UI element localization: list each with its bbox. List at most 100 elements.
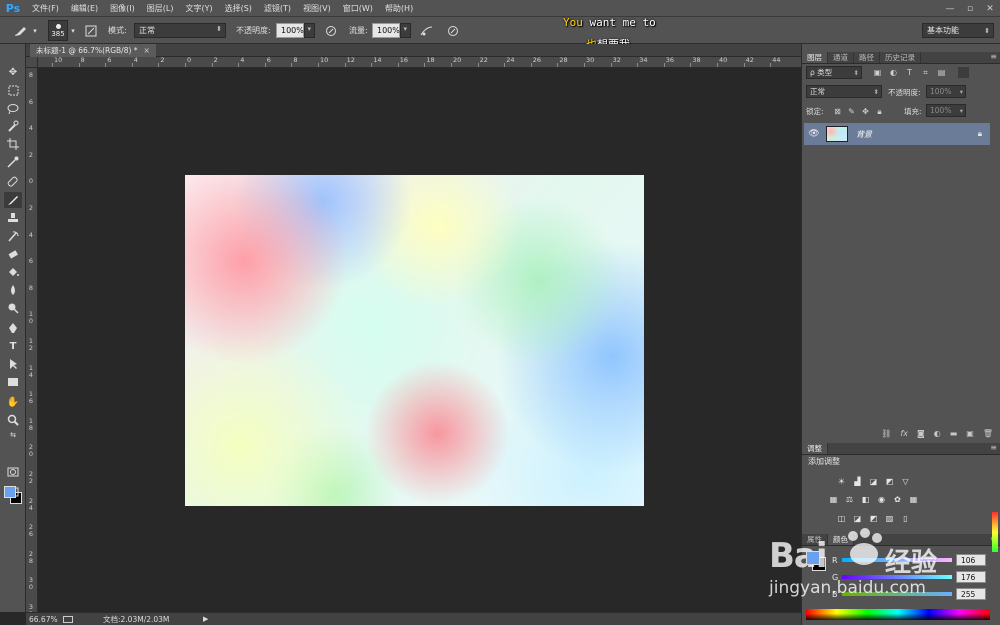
paint-bucket-icon[interactable]	[4, 264, 22, 280]
blue-slider[interactable]	[842, 592, 952, 596]
menu-view[interactable]: 视图(V)	[297, 3, 337, 14]
fill-input[interactable]: 100% ▾	[926, 104, 966, 117]
tab-history[interactable]: 历史记录	[880, 52, 921, 63]
type-icon[interactable]: T	[4, 338, 22, 354]
exposure-icon[interactable]: ◩	[884, 476, 895, 487]
gradient-map-icon[interactable]: ▨	[884, 513, 895, 524]
canvas-workspace[interactable]	[38, 68, 801, 612]
filter-pixel-icon[interactable]: ▣	[872, 67, 883, 78]
filter-toggle-icon[interactable]	[958, 67, 969, 78]
zoom-level[interactable]: 66.67%	[29, 615, 63, 624]
tab-properties[interactable]: 属性	[802, 534, 828, 545]
close-window-button[interactable]: ✕	[980, 0, 1000, 17]
menu-edit[interactable]: 编辑(E)	[65, 3, 104, 14]
link-layers-icon[interactable]: ⛓	[881, 429, 891, 438]
quick-select-icon[interactable]	[4, 118, 22, 134]
status-menu-arrow-icon[interactable]: ▶	[203, 615, 208, 623]
brightness-contrast-icon[interactable]: ☀	[836, 476, 847, 487]
menu-file[interactable]: 文件(F)	[26, 3, 65, 14]
history-brush-icon[interactable]	[4, 228, 22, 244]
selective-color-icon[interactable]: ▯	[900, 513, 911, 524]
delete-layer-icon[interactable]: 🗑︎	[983, 429, 993, 438]
filter-shape-icon[interactable]: ⌗	[920, 67, 931, 78]
mode-select[interactable]: 正常 ⬍	[134, 23, 226, 38]
new-layer-icon[interactable]: ▣	[966, 429, 974, 438]
color-balance-icon[interactable]: ⚖	[844, 494, 855, 505]
info-icon[interactable]	[63, 615, 77, 623]
tab-layers[interactable]: 图层	[802, 52, 828, 63]
brush-size-picker[interactable]: 385	[48, 20, 68, 41]
curves-icon[interactable]: ◪	[868, 476, 879, 487]
layer-name[interactable]: 背景	[856, 129, 872, 140]
lock-all-icon[interactable]: 🔒︎	[874, 106, 885, 117]
red-slider[interactable]	[842, 558, 952, 562]
clone-stamp-icon[interactable]	[4, 210, 22, 226]
menu-type[interactable]: 文字(Y)	[179, 3, 218, 14]
maximize-button[interactable]: ▫	[960, 0, 980, 17]
path-select-icon[interactable]	[4, 356, 22, 372]
filter-smart-object-icon[interactable]: ▤	[936, 67, 947, 78]
menu-filter[interactable]: 滤镜(T)	[258, 3, 297, 14]
lasso-icon[interactable]	[4, 100, 22, 116]
tab-adjustments[interactable]: 调整	[802, 443, 828, 454]
layer-filter-select[interactable]: ρ 类型 ⬍	[806, 66, 862, 79]
hue-saturation-icon[interactable]: ▦	[828, 494, 839, 505]
dodge-icon[interactable]	[4, 300, 22, 316]
green-value-input[interactable]: 176	[956, 571, 986, 583]
pen-icon[interactable]	[4, 320, 22, 336]
ruler-origin[interactable]	[26, 57, 38, 68]
visibility-eye-icon[interactable]: 👁︎	[804, 129, 824, 139]
workspace-select[interactable]: 基本功能 ⬍	[922, 23, 994, 38]
layer-row-background[interactable]: 👁︎ 背景 🔒︎	[804, 123, 990, 145]
posterize-icon[interactable]: ◪	[852, 513, 863, 524]
layer-style-icon[interactable]: fx	[900, 429, 908, 438]
pressure-opacity-icon[interactable]	[322, 22, 339, 39]
menu-window[interactable]: 窗口(W)	[337, 3, 379, 14]
color-panel-foreground-swatch[interactable]	[806, 551, 820, 565]
healing-brush-icon[interactable]	[4, 174, 22, 190]
channel-mixer-icon[interactable]: ✿	[892, 494, 903, 505]
green-slider[interactable]	[842, 575, 952, 579]
vibrance-icon[interactable]: ▽	[900, 476, 911, 487]
levels-icon[interactable]: ▟	[852, 476, 863, 487]
crop-icon[interactable]	[4, 136, 22, 152]
tab-color[interactable]: 颜色	[828, 534, 854, 545]
lock-transparent-icon[interactable]: ⊠	[832, 106, 843, 117]
brush-tool-preset-icon[interactable]	[12, 22, 29, 39]
airbrush-icon[interactable]	[418, 22, 435, 39]
brush-panel-toggle-icon[interactable]	[82, 22, 99, 39]
panel-menu-icon[interactable]: ≡	[990, 443, 997, 452]
minimize-button[interactable]: —	[940, 0, 960, 17]
layer-opacity-input[interactable]: 100% ▾	[926, 85, 966, 98]
brush-icon[interactable]	[4, 192, 22, 208]
eyedropper-icon[interactable]	[4, 154, 22, 170]
color-lookup-icon[interactable]: ▦	[908, 494, 919, 505]
pressure-size-icon[interactable]	[444, 22, 461, 39]
tab-paths[interactable]: 路径	[854, 52, 880, 63]
blend-mode-select[interactable]: 正常 ⬍	[806, 85, 882, 98]
close-tab-icon[interactable]: ×	[144, 46, 150, 55]
brush-picker-dropdown-icon[interactable]: ▾	[69, 22, 77, 39]
hand-icon[interactable]: ✋	[4, 394, 22, 410]
invert-icon[interactable]: ◫	[836, 513, 847, 524]
move-icon[interactable]: ✥	[4, 64, 22, 80]
threshold-icon[interactable]: ◩	[868, 513, 879, 524]
rectangle-icon[interactable]	[4, 374, 22, 390]
menu-help[interactable]: 帮助(H)	[379, 3, 419, 14]
lock-pixels-icon[interactable]: ✎	[846, 106, 857, 117]
flow-input[interactable]: 100%	[372, 23, 400, 38]
tab-channels[interactable]: 通道	[828, 52, 854, 63]
marquee-icon[interactable]	[4, 82, 22, 98]
preset-dropdown-icon[interactable]: ▾	[30, 22, 40, 39]
foreground-color-swatch[interactable]	[4, 486, 16, 498]
document-canvas[interactable]	[185, 175, 644, 506]
eraser-icon[interactable]	[4, 246, 22, 262]
menu-layer[interactable]: 图层(L)	[141, 3, 180, 14]
filter-adjustment-icon[interactable]: ◐	[888, 67, 899, 78]
layer-mask-icon[interactable]: ◙	[917, 429, 925, 438]
opacity-input[interactable]: 100%	[276, 23, 304, 38]
adjustment-layer-icon[interactable]: ◐	[934, 429, 941, 438]
lock-position-icon[interactable]: ✥	[860, 106, 871, 117]
panel-menu-icon[interactable]: ≡	[990, 52, 997, 61]
document-tab[interactable]: 未标题-1 @ 66.7%(RGB/8) * ×	[30, 44, 156, 57]
